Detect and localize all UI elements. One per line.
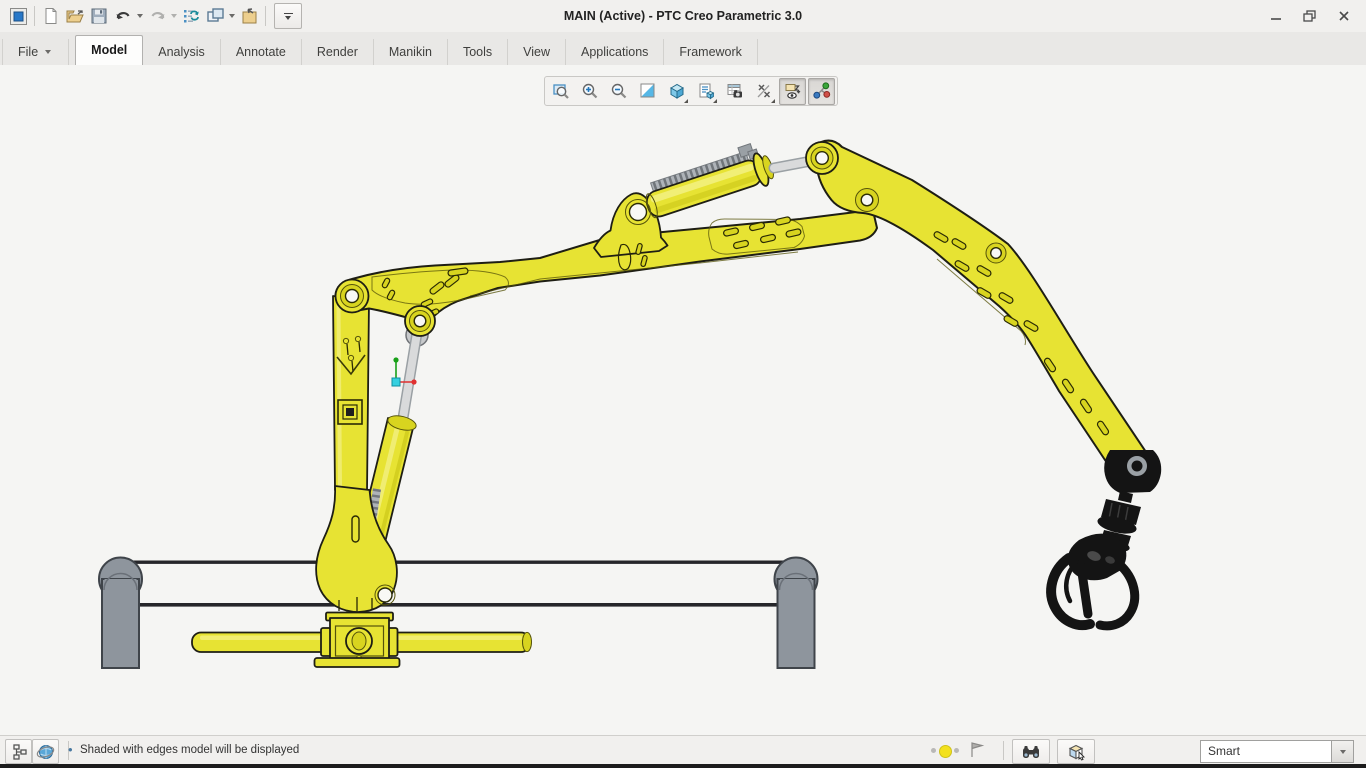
window-cascade-button[interactable] xyxy=(203,4,227,28)
upper-cylinder xyxy=(639,139,777,223)
repaint-button[interactable] xyxy=(634,78,661,105)
left-post xyxy=(99,558,142,669)
regeneration-indicator[interactable] xyxy=(939,745,952,758)
new-file-button[interactable] xyxy=(39,4,63,28)
tab-model[interactable]: Model xyxy=(75,35,143,66)
status-bullet: • xyxy=(68,736,73,765)
selection-filter-value: Smart xyxy=(1208,741,1240,762)
annotation-display-button[interactable] xyxy=(779,78,806,105)
customize-qat-dropdown[interactable] xyxy=(274,3,302,29)
separator xyxy=(34,6,35,26)
progress-dot xyxy=(954,748,959,753)
grapple-assembly xyxy=(1051,450,1161,626)
redo-dropdown-caret[interactable] xyxy=(171,14,177,18)
boom-link-pivot xyxy=(405,306,435,336)
tab-tools[interactable]: Tools xyxy=(448,39,508,65)
outer-arm xyxy=(806,141,1151,484)
title-bar: MAIN (Active) - PTC Creo Parametric 3.0 xyxy=(0,0,1366,32)
window-controls xyxy=(1268,8,1352,24)
notifications-flag-icon[interactable] xyxy=(968,740,986,760)
file-menu-caret xyxy=(45,50,51,54)
tab-manikin[interactable]: Manikin xyxy=(374,39,448,65)
selection-filter-combo[interactable]: Smart xyxy=(1200,740,1354,763)
tab-view[interactable]: View xyxy=(508,39,566,65)
tab-framework[interactable]: Framework xyxy=(664,39,758,65)
arm-middle-pin xyxy=(986,243,1006,263)
mast-column xyxy=(333,296,369,492)
creo-parametric-window: MAIN (Active) - PTC Creo Parametric 3.0 xyxy=(0,0,1366,768)
find-button[interactable] xyxy=(1012,739,1050,764)
pedestal xyxy=(315,613,400,668)
status-bar: • Shaded with edges model will be displa… xyxy=(0,735,1366,765)
arm-top-pin xyxy=(806,142,838,174)
frame-rails xyxy=(120,561,796,607)
undo-button[interactable] xyxy=(111,4,135,28)
boom-main-pivot xyxy=(336,280,369,313)
undo-dropdown-caret[interactable] xyxy=(137,14,143,18)
geometry-box-icon xyxy=(1067,743,1086,761)
regenerate-button[interactable] xyxy=(179,4,203,28)
graphics-area[interactable] xyxy=(0,65,1366,735)
redo-button[interactable] xyxy=(145,4,169,28)
main-boom xyxy=(336,211,878,321)
tab-annotate[interactable]: Annotate xyxy=(221,39,302,65)
view-manager-button[interactable] xyxy=(721,78,748,105)
separator xyxy=(265,6,266,26)
tab-applications[interactable]: Applications xyxy=(566,39,664,65)
in-graphics-toolbar xyxy=(544,76,838,106)
window-dropdown-caret[interactable] xyxy=(229,14,235,18)
tab-analysis[interactable]: Analysis xyxy=(143,39,221,65)
ribbon-tab-bar: File Model Analysis Annotate Render Mani… xyxy=(0,32,1366,66)
pedestal-flange xyxy=(315,658,400,667)
foot-pin-hole xyxy=(378,588,392,602)
saved-orientations-button[interactable] xyxy=(692,78,719,105)
app-window-icon[interactable] xyxy=(6,4,30,28)
datum-display-filters-button[interactable] xyxy=(750,78,777,105)
right-post xyxy=(775,558,818,669)
binoculars-icon xyxy=(1021,744,1041,760)
select-geometry-button[interactable] xyxy=(1057,739,1095,764)
tab-file[interactable]: File xyxy=(2,39,69,65)
model-tree-icon xyxy=(10,743,28,761)
web-browser-toggle[interactable] xyxy=(32,739,59,764)
model-tree-toggle[interactable] xyxy=(5,739,32,764)
zoom-in-button[interactable] xyxy=(576,78,603,105)
status-message: Shaded with edges model will be displaye… xyxy=(80,736,299,765)
separator xyxy=(1003,741,1004,760)
arm-second-pin xyxy=(856,189,879,212)
spin-center-button[interactable] xyxy=(808,78,835,105)
quick-access-toolbar xyxy=(6,4,302,28)
refit-button[interactable] xyxy=(547,78,574,105)
close-button[interactable] xyxy=(1336,8,1352,24)
display-style-button[interactable] xyxy=(663,78,690,105)
close-window-button[interactable] xyxy=(237,4,261,28)
web-browser-icon xyxy=(36,742,55,761)
restore-button[interactable] xyxy=(1302,8,1318,24)
minimize-button[interactable] xyxy=(1268,8,1284,24)
zoom-out-button[interactable] xyxy=(605,78,632,105)
window-bottom-edge xyxy=(0,764,1366,768)
crane-assembly-model[interactable] xyxy=(0,65,1366,735)
bracket-pin-hole xyxy=(626,200,651,225)
progress-dot xyxy=(931,748,936,753)
selection-filter-dropdown[interactable] xyxy=(1331,741,1353,762)
save-button[interactable] xyxy=(87,4,111,28)
tab-render[interactable]: Render xyxy=(302,39,374,65)
open-file-button[interactable] xyxy=(63,4,87,28)
